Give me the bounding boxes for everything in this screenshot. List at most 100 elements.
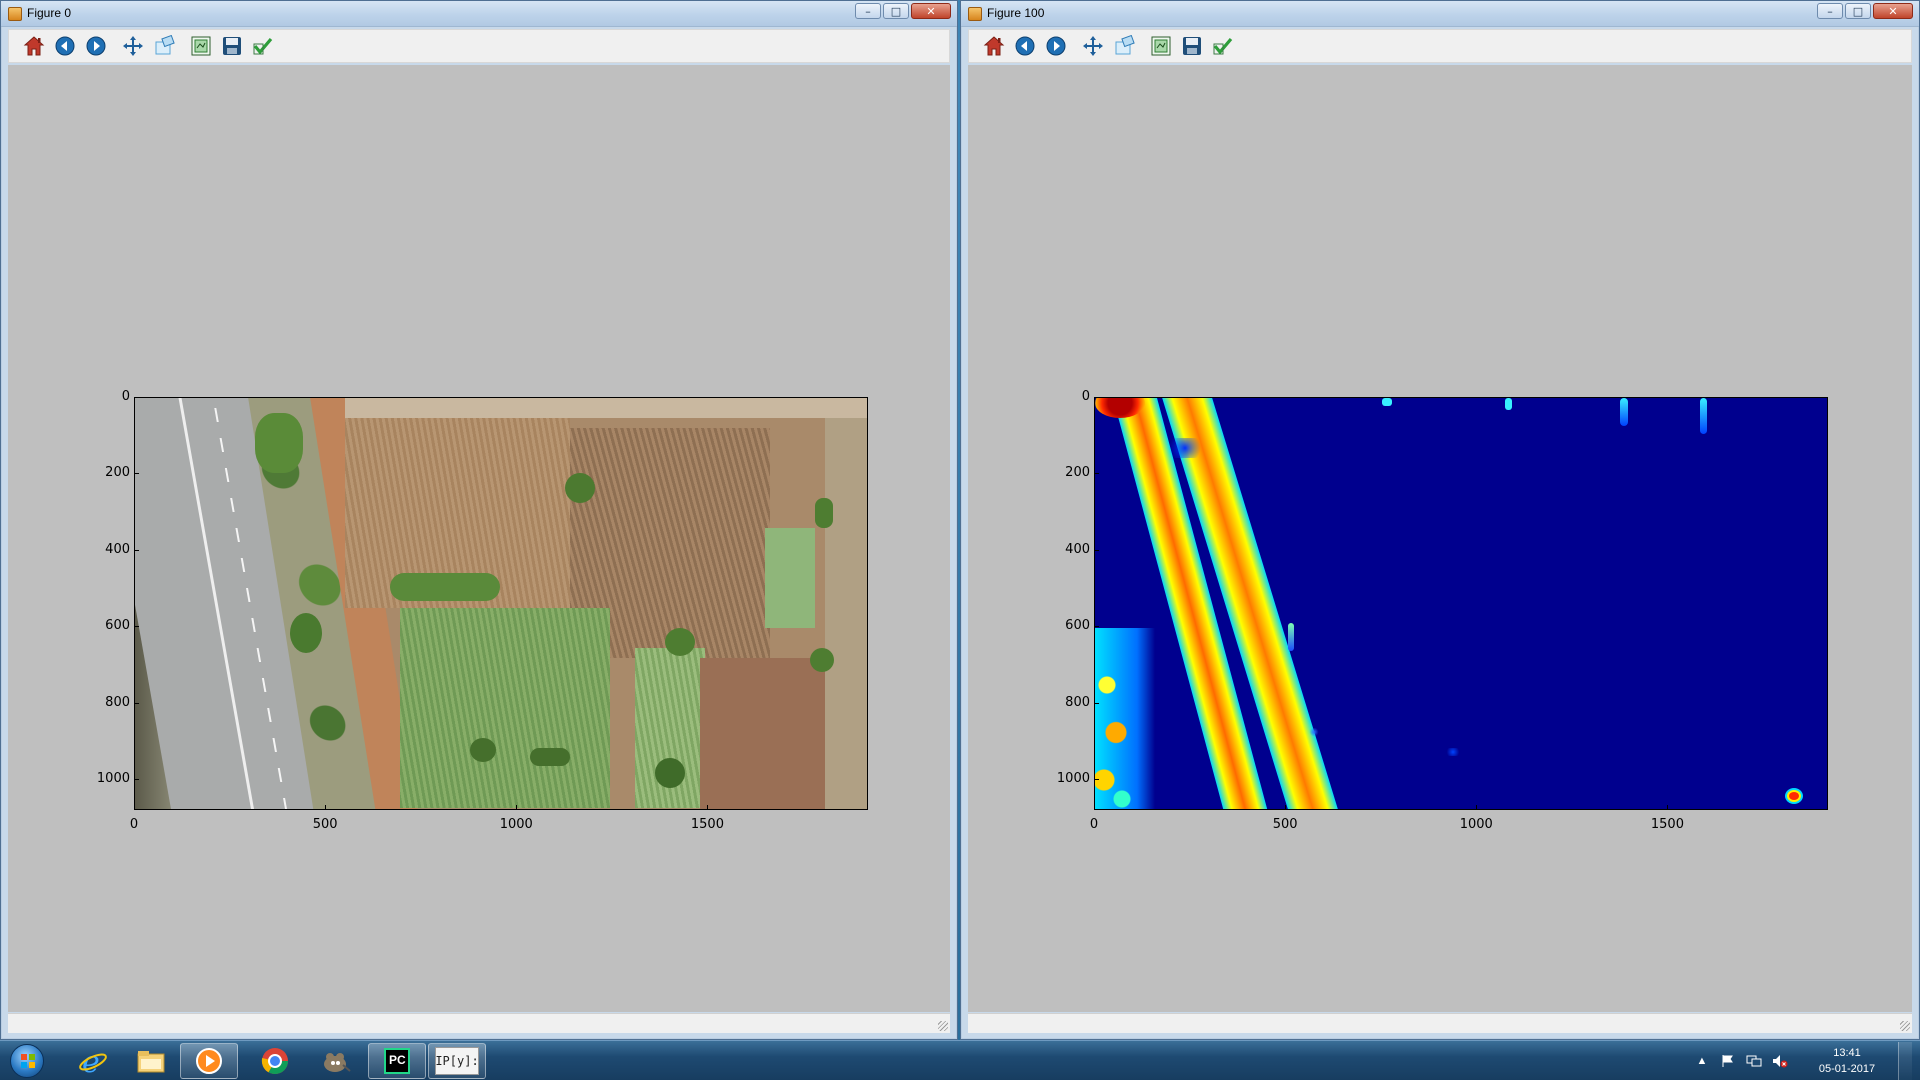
internet-explorer-taskbar-button[interactable]: e — [64, 1043, 122, 1079]
network-icon[interactable] — [1746, 1053, 1762, 1069]
image-axes[interactable]: 0 500 1000 1500 0 200 400 600 800 1000 — [97, 389, 868, 832]
back-button[interactable] — [52, 33, 78, 59]
window-controls: – □ ✕ — [855, 3, 951, 19]
pycharm-taskbar-button[interactable]: PC — [368, 1043, 426, 1079]
y-tick-label: 600 — [1065, 618, 1090, 634]
x-tick-mark — [1285, 805, 1287, 810]
configure-subplots-icon — [191, 36, 211, 56]
minimize-button[interactable]: – — [1817, 3, 1843, 19]
show-desktop-button[interactable] — [1898, 1042, 1912, 1080]
forward-button[interactable] — [83, 33, 109, 59]
edit-axes-button[interactable] — [250, 33, 276, 59]
window-controls: – □ ✕ — [1817, 3, 1913, 19]
home-button[interactable] — [981, 33, 1007, 59]
figure-0-window[interactable]: Figure 0 – □ ✕ 0 500 1000 1500 0 200 400… — [0, 0, 958, 1040]
y-tick-mark — [1094, 473, 1099, 475]
file-explorer-taskbar-button[interactable] — [122, 1043, 180, 1079]
configure-subplots-button[interactable] — [188, 33, 214, 59]
x-tick-mark — [134, 805, 135, 810]
pan-button[interactable] — [120, 33, 146, 59]
ipython-icon: IP[y]: — [435, 1047, 479, 1075]
y-tick-label: 400 — [1065, 541, 1090, 557]
media-player-icon — [194, 1046, 224, 1076]
save-button[interactable] — [1179, 33, 1205, 59]
maximize-button[interactable]: □ — [883, 3, 909, 19]
y-tick-label: 1000 — [1056, 771, 1090, 787]
back-button[interactable] — [1012, 33, 1038, 59]
pycharm-icon: PC — [384, 1048, 410, 1074]
taskbar: e PC IP[y]: ▲ 13:41 05-01-2017 — [0, 1040, 1920, 1080]
matplotlib-app-icon — [968, 7, 982, 21]
matplotlib-app-icon — [8, 7, 22, 21]
gimp-taskbar-button[interactable] — [306, 1043, 364, 1079]
pan-button[interactable] — [1080, 33, 1106, 59]
y-tick-label: 0 — [1081, 389, 1090, 404]
zoom-button[interactable] — [151, 33, 177, 59]
forward-icon — [86, 36, 106, 56]
clock[interactable]: 13:41 05-01-2017 — [1812, 1045, 1882, 1077]
figure-canvas[interactable]: 0 500 1000 1500 0 200 400 600 800 1000 — [8, 65, 950, 1012]
zoom-button[interactable] — [1111, 33, 1137, 59]
forward-icon — [1046, 36, 1066, 56]
y-tick-label: 800 — [1065, 694, 1090, 710]
aerial-image — [134, 397, 868, 810]
x-tick-label: 0 — [1089, 817, 1099, 832]
maximize-button[interactable]: □ — [1845, 3, 1871, 19]
navigation-toolbar — [968, 29, 1912, 63]
y-tick-label: 400 — [105, 541, 130, 557]
close-button[interactable]: ✕ — [1873, 3, 1913, 19]
x-tick-mark — [1094, 805, 1095, 810]
edit-axes-button[interactable] — [1210, 33, 1236, 59]
y-tick-mark — [134, 626, 139, 628]
clock-time: 13:41 — [1833, 1047, 1861, 1059]
media-player-taskbar-button[interactable] — [180, 1043, 238, 1079]
volume-muted-icon[interactable] — [1772, 1053, 1788, 1069]
close-button[interactable]: ✕ — [911, 3, 951, 19]
forward-button[interactable] — [1043, 33, 1069, 59]
configure-subplots-button[interactable] — [1148, 33, 1174, 59]
y-tick-mark — [134, 779, 139, 781]
save-icon — [223, 37, 241, 55]
x-tick-label: 1000 — [1459, 817, 1493, 832]
y-tick-mark — [1094, 626, 1099, 628]
home-button[interactable] — [21, 33, 47, 59]
show-hidden-icons-icon[interactable]: ▲ — [1694, 1053, 1710, 1069]
x-tick-mark — [1667, 805, 1669, 810]
x-tick-mark — [516, 805, 518, 810]
home-icon — [983, 36, 1005, 56]
save-button[interactable] — [219, 33, 245, 59]
system-tray: ▲ 13:41 05-01-2017 — [1694, 1041, 1912, 1080]
resize-grip[interactable] — [938, 1021, 948, 1031]
y-tick-mark — [1094, 702, 1099, 704]
x-tick-label: 500 — [312, 817, 338, 832]
window-title: Figure 0 — [27, 6, 72, 20]
chrome-icon — [260, 1046, 290, 1076]
internet-explorer-icon: e — [78, 1046, 108, 1076]
titlebar[interactable]: Figure 0 – □ ✕ — [1, 1, 957, 27]
file-explorer-icon — [136, 1048, 166, 1074]
y-tick-label: 0 — [121, 389, 130, 404]
x-tick-mark — [707, 805, 709, 810]
action-center-flag-icon[interactable] — [1720, 1053, 1736, 1069]
minimize-button[interactable]: – — [855, 3, 881, 19]
ipython-label: IP[y]: — [435, 1047, 479, 1075]
figure-100-window[interactable]: Figure 100 – □ ✕ 0 500 1000 1500 0 200 4… — [960, 0, 1920, 1040]
resize-grip[interactable] — [1900, 1021, 1910, 1031]
image-axes[interactable]: 0 500 1000 1500 0 200 400 600 800 1000 — [1057, 389, 1828, 832]
back-icon — [1015, 36, 1035, 56]
x-tick-mark — [325, 805, 327, 810]
y-tick-mark — [134, 702, 139, 704]
y-tick-label: 600 — [105, 618, 130, 634]
y-tick-mark — [134, 549, 139, 551]
y-tick-mark — [134, 473, 139, 475]
figure-canvas[interactable]: 0 500 1000 1500 0 200 400 600 800 1000 — [968, 65, 1912, 1012]
edit-check-icon — [253, 37, 273, 55]
window-title: Figure 100 — [987, 6, 1045, 20]
chrome-taskbar-button[interactable] — [246, 1043, 304, 1079]
heatmap-image — [1094, 397, 1828, 810]
start-button[interactable] — [2, 1042, 52, 1080]
ipython-taskbar-button[interactable]: IP[y]: — [428, 1043, 486, 1079]
zoom-icon — [155, 35, 175, 55]
x-tick-mark — [1476, 805, 1478, 810]
titlebar[interactable]: Figure 100 – □ ✕ — [961, 1, 1919, 27]
